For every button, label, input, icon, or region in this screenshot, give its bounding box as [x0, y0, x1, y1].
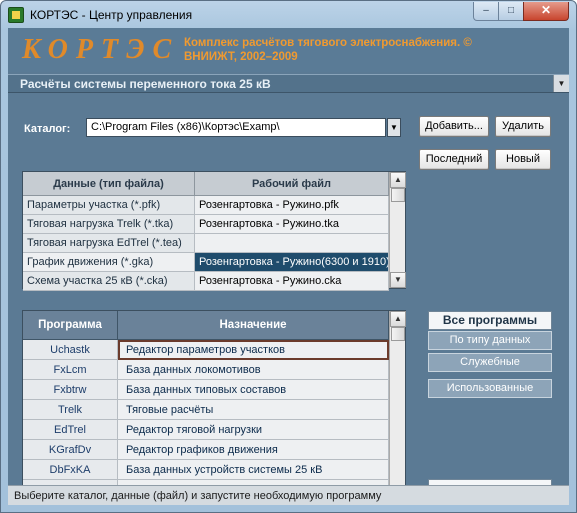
table-row[interactable]: Схема участка 25 кВ (*.cka) Розенгартовк… — [23, 272, 389, 291]
program-name-cell[interactable]: Fxbtrw — [23, 380, 118, 400]
table-row[interactable]: Тяговая нагрузка EdTrel (*.tea) — [23, 234, 389, 253]
file-type-cell: Тяговая нагрузка Trelk (*.tka) — [23, 215, 195, 234]
program-row[interactable]: EdTrel Редактор тяговой нагрузки — [23, 420, 389, 440]
program-purpose-cell[interactable]: База данных устройств системы 25 кВ — [118, 460, 389, 480]
work-file-cell[interactable]: Розенгартовка - Ружино(6300 и 1910).g — [195, 253, 389, 272]
file-type-cell: Параметры участка (*.pfk) — [23, 196, 195, 215]
brand-description: Комплекс расчётов тягового электроснабже… — [184, 37, 472, 63]
table-row[interactable]: Тяговая нагрузка Trelk (*.tka) Розенгарт… — [23, 215, 389, 234]
catalog-label: Каталог: — [24, 123, 71, 135]
program-purpose-cell[interactable]: База данных локомотивов — [118, 360, 389, 380]
title-bar[interactable]: КОРТЭС - Центр управления – □ ✕ — [1, 1, 576, 29]
app-icon — [8, 7, 24, 23]
programs-table: Программа Назначение Uchastk Редактор па… — [22, 310, 406, 505]
status-bar: Выберите каталог, данные (файл) и запуст… — [8, 485, 569, 505]
work-file-cell[interactable] — [195, 234, 389, 253]
program-purpose-cell[interactable]: База данных типовых составов — [118, 380, 389, 400]
program-row[interactable]: FxLcm База данных локомотивов — [23, 360, 389, 380]
scroll-up-icon[interactable]: ▲ — [390, 311, 406, 327]
program-name-cell[interactable]: KGrafDv — [23, 440, 118, 460]
data-files-table: Данные (тип файла) Рабочий файл Параметр… — [22, 171, 406, 291]
program-row[interactable]: KGrafDv Редактор графиков движения — [23, 440, 389, 460]
work-file-cell[interactable]: Розенгартовка - Ружино.pfk — [195, 196, 389, 215]
table-row[interactable]: Параметры участка (*.pfk) Розенгартовка … — [23, 196, 389, 215]
filter-all-programs-button[interactable]: Все программы — [428, 311, 552, 330]
work-file-cell[interactable]: Розенгартовка - Ружино.cka — [195, 272, 389, 291]
program-purpose-cell[interactable]: Тяговые расчёты — [118, 400, 389, 420]
program-row-selected[interactable]: Uchastk Редактор параметров участков — [23, 340, 389, 360]
chevron-down-icon[interactable]: ▼ — [553, 75, 569, 92]
main-panel: Каталог: C:\Program Files (x86)\Кортэс\E… — [8, 94, 569, 505]
program-row[interactable]: Trelk Тяговые расчёты — [23, 400, 389, 420]
program-purpose-cell[interactable]: Редактор параметров участков — [118, 340, 389, 360]
catalog-path-field[interactable]: C:\Program Files (x86)\Кортэс\Examp\ — [86, 118, 386, 137]
file-type-cell: Схема участка 25 кВ (*.cka) — [23, 272, 195, 291]
add-catalog-button[interactable]: Добавить... — [419, 116, 489, 137]
scroll-down-icon[interactable]: ▼ — [390, 272, 406, 288]
work-file-cell[interactable]: Розенгартовка - Ружино.tka — [195, 215, 389, 234]
programs-scrollbar[interactable]: ▲ ▼ — [389, 311, 406, 504]
column-header-work-file: Рабочий файл — [195, 172, 389, 196]
brand-header: КОРТЭС Комплекс расчётов тягового электр… — [8, 28, 569, 72]
last-button[interactable]: Последний — [419, 149, 489, 170]
filter-by-data-type-button[interactable]: По типу данных — [428, 331, 552, 350]
scroll-thumb[interactable] — [391, 188, 405, 202]
column-header-program: Программа — [23, 311, 118, 340]
window-title: КОРТЭС - Центр управления — [30, 8, 193, 22]
program-purpose-cell[interactable]: Редактор графиков движения — [118, 440, 389, 460]
program-name-cell[interactable]: Trelk — [23, 400, 118, 420]
brand-logo: КОРТЭС — [22, 34, 180, 65]
scroll-up-icon[interactable]: ▲ — [390, 172, 406, 188]
maximize-button[interactable]: □ — [498, 2, 524, 21]
file-type-cell: График движения (*.gka) — [23, 253, 195, 272]
delete-catalog-button[interactable]: Удалить — [495, 116, 551, 137]
files-scrollbar[interactable]: ▲ ▼ — [389, 172, 406, 288]
program-purpose-cell[interactable]: Редактор тяговой нагрузки — [118, 420, 389, 440]
file-type-cell: Тяговая нагрузка EdTrel (*.tea) — [23, 234, 195, 253]
new-button[interactable]: Новый — [495, 149, 551, 170]
column-header-purpose: Назначение — [118, 311, 389, 340]
client-area: КОРТЭС Комплекс расчётов тягового электр… — [8, 28, 569, 505]
filter-service-button[interactable]: Служебные — [428, 353, 552, 372]
column-header-data-type: Данные (тип файла) — [23, 172, 195, 196]
program-name-cell[interactable]: FxLcm — [23, 360, 118, 380]
status-text: Выберите каталог, данные (файл) и запуст… — [14, 490, 382, 502]
filter-used-button[interactable]: Использованные — [428, 379, 552, 398]
program-row[interactable]: Fxbtrw База данных типовых составов — [23, 380, 389, 400]
scroll-thumb[interactable] — [391, 327, 405, 341]
program-row[interactable]: DbFxKA База данных устройств системы 25 … — [23, 460, 389, 480]
close-button[interactable]: ✕ — [523, 2, 569, 21]
catalog-dropdown-icon[interactable]: ▼ — [387, 118, 401, 137]
table-row-selected[interactable]: График движения (*.gka) Розенгартовка - … — [23, 253, 389, 272]
program-name-cell[interactable]: Uchastk — [23, 340, 118, 360]
section-selector[interactable]: Расчёты системы переменного тока 25 кВ ▼ — [8, 74, 569, 93]
section-title: Расчёты системы переменного тока 25 кВ — [20, 77, 271, 91]
program-name-cell[interactable]: DbFxKA — [23, 460, 118, 480]
program-name-cell[interactable]: EdTrel — [23, 420, 118, 440]
minimize-button[interactable]: – — [473, 2, 499, 21]
